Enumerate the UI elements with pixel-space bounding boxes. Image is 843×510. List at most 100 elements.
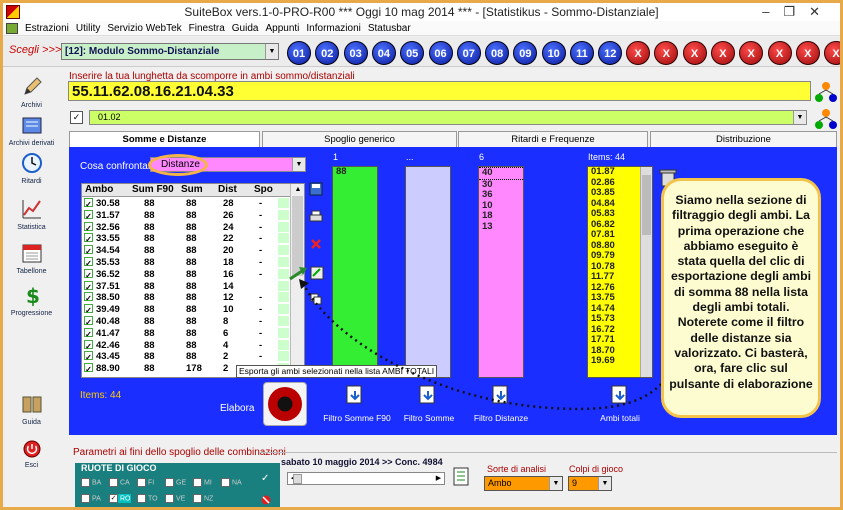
colpi-select[interactable]: 9 ▼ xyxy=(568,476,612,491)
scroll-thumb[interactable] xyxy=(642,175,651,235)
x-button[interactable]: X xyxy=(795,41,820,65)
module-number-button[interactable]: 06 xyxy=(428,41,453,65)
minimize-button[interactable]: – xyxy=(762,4,783,19)
secondary-input[interactable]: 01.02 ▼ xyxy=(89,110,807,125)
tab-ritardi-frequenze[interactable]: Ritardi e Frequenze xyxy=(458,131,648,147)
module-number-button[interactable]: 05 xyxy=(400,41,425,65)
module-number-button[interactable]: 03 xyxy=(343,41,368,65)
grid-icon[interactable] xyxy=(453,467,471,487)
print-icon[interactable] xyxy=(309,210,323,224)
checkbox[interactable] xyxy=(221,478,230,487)
menu-item[interactable]: Statusbar xyxy=(368,21,411,36)
concorso-slider[interactable]: ◀ ▶ xyxy=(287,472,445,485)
x-button[interactable]: X xyxy=(654,41,679,65)
sidebar-item-archivi[interactable]: Archivi xyxy=(3,76,60,109)
menu-item[interactable]: Estrazioni xyxy=(25,21,69,36)
ruota-checkbox[interactable]: VE xyxy=(165,494,185,503)
table-row[interactable]: ✓ 34.54 88 88 20 - xyxy=(82,245,290,257)
module-number-button[interactable]: 01 xyxy=(287,41,311,65)
chevron-down-icon[interactable]: ▼ xyxy=(793,111,806,124)
checkbox[interactable] xyxy=(193,494,202,503)
row-checkbox[interactable]: ✓ xyxy=(84,198,93,209)
tab-spoglio-generico[interactable]: Spoglio generico xyxy=(262,131,457,147)
ruota-checkbox[interactable]: CA xyxy=(109,478,130,487)
table-row[interactable]: ✓ 38.50 88 88 12 - xyxy=(82,292,290,304)
delete-icon[interactable] xyxy=(310,238,322,250)
table-row[interactable]: ✓ 43.45 88 88 2 - xyxy=(82,351,290,363)
x-button[interactable]: X xyxy=(710,41,735,65)
col-spo[interactable]: Spo xyxy=(254,184,273,196)
ruota-checkbox[interactable]: PA xyxy=(81,494,101,503)
clear-icon[interactable] xyxy=(261,495,271,505)
list-item[interactable]: 36 xyxy=(479,189,523,201)
table-row[interactable]: ✓ 32.56 88 88 24 - xyxy=(82,221,290,234)
module-number-button[interactable]: 11 xyxy=(570,41,594,65)
module-number-button[interactable]: 02 xyxy=(315,41,340,65)
checkbox[interactable]: ✓ xyxy=(109,494,118,503)
list-item[interactable]: 40 xyxy=(479,167,523,180)
row-checkbox[interactable]: ✓ xyxy=(84,245,93,256)
table-row[interactable]: ✓ 42.46 88 88 4 - xyxy=(82,339,290,352)
table-row[interactable]: ✓ 41.47 88 88 6 - xyxy=(82,327,290,340)
x-button[interactable]: X xyxy=(739,41,764,65)
row-checkbox[interactable]: ✓ xyxy=(84,233,93,244)
checkbox[interactable] xyxy=(81,494,90,503)
close-button[interactable]: ✕ xyxy=(809,4,834,19)
sorte-select[interactable]: Ambo ▼ xyxy=(484,476,563,491)
module-number-button[interactable]: 10 xyxy=(541,41,566,65)
sidebar-item-tabellone[interactable]: Tabellone xyxy=(3,242,60,275)
list-item[interactable]: 13 xyxy=(479,221,523,233)
sidebar-item-archivi-derivati[interactable]: Archivi derivati xyxy=(3,114,60,147)
ruota-checkbox[interactable]: GE xyxy=(165,478,186,487)
table-row[interactable]: ✓ 35.53 88 88 18 - xyxy=(82,257,290,269)
chevron-down-icon[interactable]: ▼ xyxy=(292,158,305,171)
row-checkbox[interactable]: ✓ xyxy=(84,257,93,268)
table-row[interactable]: ✓ 33.55 88 88 22 - xyxy=(82,233,290,245)
checkbox[interactable] xyxy=(165,478,174,487)
check-icon[interactable]: ✓ xyxy=(261,473,269,484)
tab-somme-distanze[interactable]: Somme e Distanze xyxy=(69,131,260,148)
menu-item[interactable]: Utility xyxy=(76,21,100,36)
module-number-button[interactable]: 08 xyxy=(485,41,510,65)
menu-item[interactable]: Servizio WebTek xyxy=(107,21,181,36)
ruota-checkbox[interactable]: ✓ RO xyxy=(109,494,131,503)
checkbox[interactable] xyxy=(193,478,202,487)
chevron-down-icon[interactable]: ▼ xyxy=(549,477,562,490)
table-row[interactable]: ✓ 40.48 88 88 8- xyxy=(82,316,290,328)
col-ambo[interactable]: Ambo xyxy=(85,184,113,196)
module-number-button[interactable]: 12 xyxy=(598,41,623,65)
ruota-checkbox[interactable]: MI xyxy=(193,478,212,487)
row-checkbox[interactable]: ✓ xyxy=(84,280,93,292)
list-item[interactable]: 88 xyxy=(333,166,377,178)
col-sumf90[interactable]: Sum F90 xyxy=(132,184,174,196)
scroll-thumb[interactable] xyxy=(292,196,303,276)
row-checkbox[interactable]: ✓ xyxy=(84,316,93,327)
list-item[interactable]: 18 xyxy=(479,210,523,222)
checkbox[interactable] xyxy=(137,478,146,487)
ruota-checkbox[interactable]: FI xyxy=(137,478,154,487)
ruota-checkbox[interactable]: TO xyxy=(137,494,158,503)
module-number-button[interactable]: 04 xyxy=(371,41,396,65)
menu-item[interactable]: Finestra xyxy=(189,21,225,36)
maximize-button[interactable]: ❐ xyxy=(783,4,809,19)
menu-item[interactable]: Guida xyxy=(232,21,259,36)
row-checkbox[interactable]: ✓ xyxy=(84,209,93,221)
module-number-button[interactable]: 07 xyxy=(456,41,481,65)
scroll-up-icon[interactable]: ▲ xyxy=(291,184,305,195)
checkbox[interactable] xyxy=(109,478,118,487)
slider-thumb[interactable] xyxy=(293,474,302,484)
table-row[interactable]: ✓ 31.57 88 88 26 - xyxy=(82,209,290,222)
table-row[interactable]: ✓ 36.52 88 88 16 - xyxy=(82,268,290,281)
tree-icon[interactable] xyxy=(814,108,838,130)
tree-icon[interactable] xyxy=(814,81,838,103)
table-row[interactable]: ✓ 30.58 88 88 28 - xyxy=(82,198,290,210)
sidebar-item-guida[interactable]: Guida xyxy=(3,393,60,426)
sidebar-item-esci[interactable]: Esci xyxy=(3,440,60,469)
ruota-checkbox[interactable]: NZ xyxy=(193,494,213,503)
chevron-right-icon[interactable]: ▶ xyxy=(433,473,444,484)
checkbox[interactable] xyxy=(137,494,146,503)
table-row[interactable]: ✓ 37.51 88 88 14 xyxy=(82,280,290,293)
checkbox[interactable] xyxy=(81,478,90,487)
checkbox[interactable] xyxy=(165,494,174,503)
menu-item[interactable]: Informazioni xyxy=(306,21,360,36)
